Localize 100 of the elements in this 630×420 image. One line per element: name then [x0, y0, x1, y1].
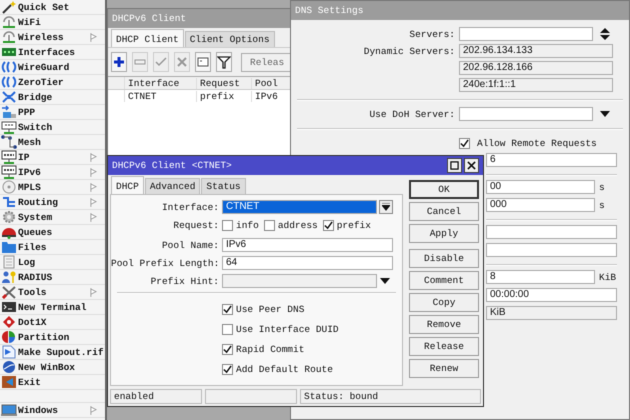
menu-item[interactable]: Tools [0, 285, 105, 300]
input-field[interactable]: 00 [486, 180, 595, 194]
menu-item[interactable]: PPP [0, 105, 105, 120]
input-field[interactable]: 64 [222, 256, 393, 270]
swirl-icon [1, 75, 17, 89]
status-pane: enabled [110, 389, 202, 404]
unit-label: s [599, 182, 606, 192]
input-field[interactable]: IPv6 [222, 238, 393, 252]
window-title: DHCPv6 Client <CTNET> [112, 160, 232, 171]
menu-item[interactable]: Bridge [0, 90, 105, 105]
tab[interactable]: Client Options [184, 31, 275, 47]
tab[interactable]: DHCP [111, 176, 144, 194]
menu-item[interactable]: System [0, 210, 105, 225]
maximize-button[interactable] [447, 158, 462, 173]
column-header[interactable]: Interface [125, 78, 197, 88]
menu-item[interactable]: Make Supout.rif [0, 345, 105, 360]
menu-item[interactable]: IP [0, 150, 105, 165]
column-header[interactable]: Request [197, 78, 252, 88]
menu-item[interactable]: Files [0, 240, 105, 255]
dialog-button[interactable]: Renew [409, 359, 479, 378]
dropdown-button[interactable] [379, 200, 393, 214]
input-field[interactable] [486, 243, 617, 257]
dialog-button[interactable]: Copy [409, 293, 479, 312]
close-button[interactable] [464, 158, 479, 173]
checkbox-label: Rapid Commit [236, 344, 304, 354]
dropdown-field[interactable] [459, 107, 593, 121]
checkbox[interactable] [222, 324, 233, 334]
dialog-button[interactable]: Disable [409, 249, 479, 268]
menu-item[interactable]: WireGuard [0, 60, 105, 75]
checkbox[interactable] [222, 304, 233, 314]
close-icon [467, 161, 476, 170]
menu-item[interactable]: New WinBox [0, 360, 105, 375]
toolbar-button[interactable] [195, 52, 211, 72]
checkbox[interactable] [222, 364, 233, 374]
tab[interactable]: DHCP Client [111, 29, 184, 47]
menu-item[interactable]: WiFi [0, 15, 105, 30]
menu-item[interactable]: Routing [0, 195, 105, 210]
menu-item[interactable]: MPLS [0, 180, 105, 195]
pie-icon [1, 330, 17, 344]
input-field[interactable]: 8 [486, 270, 595, 284]
input-field[interactable] [459, 27, 593, 41]
menu-item[interactable]: Mesh [0, 135, 105, 150]
menu-item[interactable]: RADIUS [0, 270, 105, 285]
menu-item[interactable]: Interfaces [0, 45, 105, 60]
plus-icon [112, 55, 126, 69]
dialog-button[interactable]: Comment [409, 271, 479, 290]
field-label: Interface: [162, 202, 219, 212]
dialog-button[interactable]: Release [409, 337, 479, 356]
up-down-arrows-icon[interactable] [600, 28, 610, 40]
menu-item[interactable]: Dot1X [0, 315, 105, 330]
swirl-icon [1, 60, 17, 74]
dialog-button[interactable]: Apply [409, 224, 479, 243]
checkbox[interactable] [222, 344, 233, 354]
input-field[interactable] [486, 225, 617, 239]
menu-item[interactable]: Windows [0, 402, 105, 418]
menu-item[interactable]: Switch [0, 120, 105, 135]
field-label: Prefix Hint: [150, 276, 219, 286]
input-field[interactable]: 000 [486, 198, 595, 212]
window-title: DHCPv6 Client [112, 13, 186, 24]
checkbox[interactable] [222, 220, 233, 230]
menu-item[interactable]: Wireless [0, 30, 105, 45]
dialog-button[interactable]: Remove [409, 315, 479, 334]
antenna-icon [1, 30, 17, 44]
dialog-button[interactable]: OK [409, 180, 479, 199]
toolbar-button[interactable] [216, 52, 232, 72]
field-label: Request: [173, 220, 219, 230]
readonly-field: 202.96.128.166 [459, 61, 613, 75]
field-label: Servers: [409, 28, 455, 40]
toolbar-button[interactable] [111, 52, 127, 72]
checkbox[interactable] [322, 220, 334, 230]
checkbox-label: prefix [336, 220, 371, 230]
menu-item[interactable]: IPv6 [0, 165, 105, 180]
menu-item[interactable]: Exit [0, 375, 105, 390]
menu-item[interactable]: New Terminal [0, 300, 105, 315]
table-cell-text: IPv6 [254, 90, 278, 102]
table-row[interactable]: CTNET prefix IPv6 [108, 90, 292, 102]
menu-item[interactable]: ZeroTier [0, 75, 105, 90]
dropdown-arrow-icon[interactable] [380, 278, 390, 284]
field-label: Pool Name: [162, 240, 219, 250]
dropdown-arrow-icon[interactable] [600, 111, 610, 117]
menu-item[interactable]: Queues [0, 225, 105, 240]
readonly-field: 240e:1f:1::1 [459, 78, 613, 92]
input-field[interactable]: 00:00:00 [486, 288, 617, 302]
tab[interactable]: Advanced [144, 178, 200, 194]
select-field[interactable]: CTNET [222, 200, 377, 214]
field-label: Dynamic Servers: [364, 46, 455, 56]
menu-item[interactable]: Log [0, 255, 105, 270]
dialog-button[interactable]: Cancel [409, 202, 479, 221]
menu-item[interactable]: Quick Set [0, 0, 105, 15]
checkbox-label: Use Peer DNS [236, 304, 304, 314]
readonly-field: KiB [486, 306, 617, 320]
maximize-icon [450, 161, 459, 170]
unit-label: KiB [599, 272, 617, 282]
checkbox[interactable] [459, 138, 470, 148]
tab[interactable]: Status [201, 178, 246, 194]
column-header[interactable]: Pool [252, 78, 278, 88]
menu-item[interactable]: Partition [0, 330, 105, 345]
checkbox[interactable] [264, 220, 275, 230]
antenna-icon [1, 15, 17, 29]
input-field[interactable]: 6 [486, 153, 617, 167]
